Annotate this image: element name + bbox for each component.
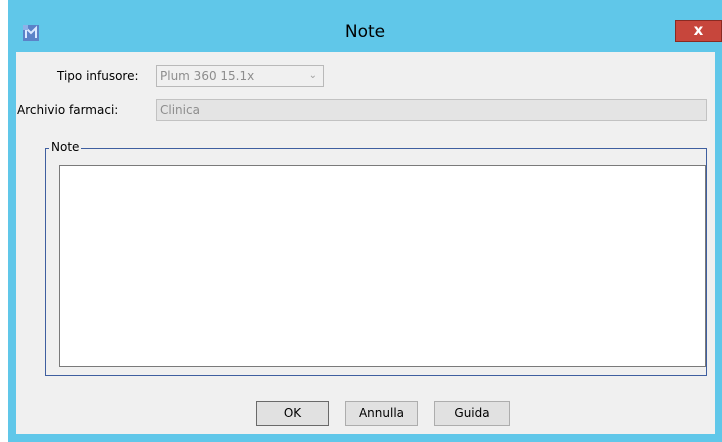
close-icon[interactable]: x xyxy=(675,20,722,42)
infuser-type-value: Plum 360 15.1x xyxy=(160,69,255,83)
dialog-body: Tipo infusore: Plum 360 15.1x ⌄ Archivio… xyxy=(16,52,715,434)
infuser-type-select[interactable]: Plum 360 15.1x ⌄ xyxy=(156,65,324,87)
window-title: Note xyxy=(344,22,386,42)
note-dialog: Note x Tipo infusore: Plum 360 15.1x ⌄ A… xyxy=(8,0,722,442)
drug-library-field: Clinica xyxy=(156,99,707,121)
notes-group: Note xyxy=(45,140,707,376)
title-bar[interactable]: Note x xyxy=(8,0,722,52)
notes-group-label: Note xyxy=(49,140,82,154)
chevron-down-icon[interactable]: ⌄ xyxy=(309,66,317,86)
notes-textarea[interactable] xyxy=(59,165,706,367)
help-button[interactable]: Guida xyxy=(434,401,510,426)
drug-library-label: Archivio farmaci: xyxy=(17,103,119,117)
infuser-type-label: Tipo infusore: xyxy=(57,69,139,83)
cancel-button[interactable]: Annulla xyxy=(345,401,418,426)
ok-button[interactable]: OK xyxy=(256,401,329,426)
